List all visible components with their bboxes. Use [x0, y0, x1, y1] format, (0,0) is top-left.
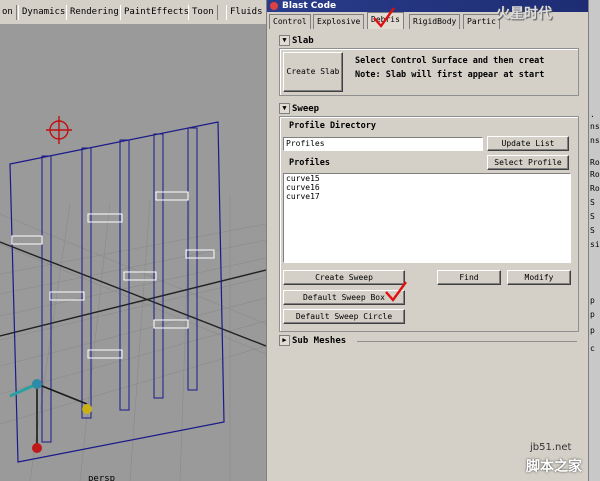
- channel-item[interactable]: c: [590, 344, 595, 353]
- slab-note-text: Note: Slab will first appear at start: [355, 70, 545, 80]
- blast-code-window: Blast Code Control Explosive Debris Rigi…: [266, 0, 600, 481]
- channel-item[interactable]: .: [590, 110, 595, 119]
- channel-item[interactable]: Ro: [590, 158, 600, 167]
- modify-button[interactable]: Modify: [507, 270, 571, 285]
- check-mark-icon: [385, 281, 407, 302]
- sweep-section-header[interactable]: ▼ Sweep: [279, 103, 319, 116]
- channel-item[interactable]: S: [590, 198, 595, 207]
- profile-directory-field[interactable]: Profiles: [283, 137, 483, 151]
- channel-item[interactable]: p: [590, 310, 595, 319]
- list-item[interactable]: curve16: [284, 183, 570, 192]
- update-list-button[interactable]: Update List: [487, 136, 569, 151]
- perspective-viewport[interactable]: persp: [0, 24, 266, 481]
- window-title: Blast Code: [282, 1, 337, 11]
- collapse-arrow-icon[interactable]: ▼: [279, 103, 290, 114]
- shelf-tab-rendering[interactable]: Rendering: [66, 5, 123, 20]
- list-item[interactable]: curve15: [284, 174, 570, 183]
- shelf-tab-animation[interactable]: on: [0, 5, 17, 20]
- find-button[interactable]: Find: [437, 270, 501, 285]
- channel-item[interactable]: S: [590, 212, 595, 221]
- channel-item[interactable]: sil: [590, 240, 600, 249]
- tab-explosive[interactable]: Explosive: [313, 14, 365, 29]
- channel-box-panel: . ns: ns: Ro Ro Ro S S S sil p p p c: [588, 0, 600, 481]
- profiles-label: Profiles: [289, 158, 330, 168]
- select-profile-button[interactable]: Select Profile: [487, 155, 569, 170]
- shelf-tab-bar: on Dynamics Rendering PaintEffects Toon …: [0, 0, 270, 25]
- shelf-tab-dynamics[interactable]: Dynamics: [18, 5, 70, 20]
- slab-instruction-text: Select Control Surface and then creat: [355, 56, 545, 66]
- check-mark-icon: [373, 7, 395, 28]
- create-slab-button[interactable]: Create Slab: [283, 52, 343, 92]
- channel-item[interactable]: ns:: [590, 136, 600, 145]
- watermark-logo: 火星时代: [496, 6, 552, 22]
- tab-rigidbody[interactable]: RigidBody: [409, 14, 461, 29]
- watermark-url: jb51.net: [530, 442, 572, 453]
- viewport-scene: [0, 116, 266, 481]
- watermark-site-name: 脚本之家: [526, 459, 582, 475]
- tab-particles[interactable]: Partic: [463, 14, 500, 29]
- shelf-tab-toon[interactable]: Toon: [188, 5, 218, 20]
- ground-grid: [0, 196, 266, 481]
- control-marker-icon: [46, 116, 72, 144]
- channel-item[interactable]: p: [590, 296, 595, 305]
- channel-item[interactable]: Ro: [590, 184, 600, 193]
- tab-control[interactable]: Control: [269, 14, 311, 29]
- collapse-arrow-icon[interactable]: ▼: [279, 35, 290, 46]
- channel-item[interactable]: Ro: [590, 170, 600, 179]
- section-divider: [357, 341, 577, 342]
- shelf-tab-fluids[interactable]: Fluids: [226, 5, 267, 20]
- shelf-tab-painteffects[interactable]: PaintEffects: [120, 5, 194, 20]
- default-sweep-circle-button[interactable]: Default Sweep Circle: [283, 309, 405, 324]
- viewport-camera-label: persp: [88, 474, 116, 481]
- sub-meshes-section-header[interactable]: ▶ Sub Meshes: [279, 335, 346, 348]
- expand-arrow-icon[interactable]: ▶: [279, 335, 290, 346]
- channel-item[interactable]: ns:: [590, 122, 600, 131]
- channel-item[interactable]: S: [590, 226, 595, 235]
- list-item[interactable]: curve17: [284, 192, 570, 201]
- profile-directory-label: Profile Directory: [289, 121, 376, 131]
- app-icon: [270, 2, 278, 10]
- slab-section-header[interactable]: ▼ Slab: [279, 35, 314, 48]
- channel-item[interactable]: p: [590, 326, 595, 335]
- profiles-list[interactable]: curve15 curve16 curve17: [283, 173, 571, 263]
